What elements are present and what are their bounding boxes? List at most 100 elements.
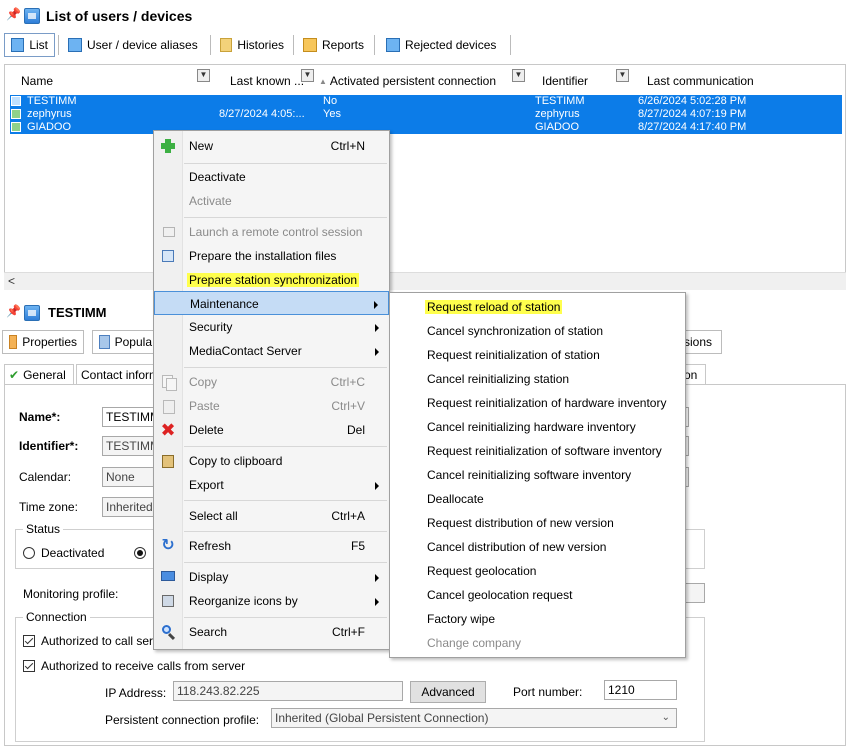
- grid-icon: [99, 335, 110, 349]
- submenu-item-cancel-new-version[interactable]: Cancel distribution of new version: [390, 535, 685, 559]
- tab-sessions[interactable]: sions: [682, 330, 722, 354]
- menu-item-delete[interactable]: ✖ Delete Del: [154, 418, 389, 442]
- menu-item-deactivate[interactable]: Deactivate: [154, 165, 389, 189]
- subtab-contact-information[interactable]: Contact inform: [76, 364, 164, 384]
- plus-icon: [160, 138, 176, 154]
- menu-item-reorganize-icons[interactable]: Reorganize icons by: [154, 589, 389, 613]
- filter-dropdown-icon[interactable]: ▼: [301, 69, 314, 82]
- pin-icon[interactable]: 📌: [6, 304, 21, 318]
- menu-item-copy-to-clipboard[interactable]: Copy to clipboard: [154, 449, 389, 473]
- menu-item-search[interactable]: Search Ctrl+F: [154, 620, 389, 644]
- menu-item-copy[interactable]: Copy Ctrl+C: [154, 370, 389, 394]
- advanced-button[interactable]: Advanced: [410, 681, 486, 703]
- tab-popula[interactable]: Popula: [92, 330, 158, 354]
- persistent-profile-select[interactable]: Inherited (Global Persistent Connection)…: [271, 708, 677, 728]
- submenu-item-change-company[interactable]: Change company: [390, 631, 685, 655]
- filter-dropdown-icon[interactable]: ▼: [616, 69, 629, 82]
- user-icon: [24, 305, 40, 321]
- tab-user-device-aliases[interactable]: User / device aliases: [62, 33, 208, 57]
- filter-dropdown-icon[interactable]: ▼: [197, 69, 210, 82]
- menu-item-activate[interactable]: Activate: [154, 189, 389, 213]
- activated-radio[interactable]: [134, 547, 146, 559]
- authorized-call-checkbox[interactable]: [23, 635, 35, 647]
- table-row[interactable]: GIADOO GIADOO 8/27/2024 4:17:40 PM: [10, 121, 842, 134]
- menu-item-installation-files[interactable]: Prepare the installation files: [154, 244, 389, 268]
- submenu-item-cancel-reinit-hardware[interactable]: Cancel reinitializing hardware inventory: [390, 415, 685, 439]
- deactivated-radio[interactable]: [23, 547, 35, 559]
- submenu-item-request-reinit-software[interactable]: Request reinitialization of software inv…: [390, 439, 685, 463]
- submenu-item-request-new-version[interactable]: Request distribution of new version: [390, 511, 685, 535]
- menu-item-display[interactable]: Display: [154, 565, 389, 589]
- menu-item-mediacontact-server[interactable]: MediaContact Server: [154, 339, 389, 363]
- submenu-item-cancel-geolocation[interactable]: Cancel geolocation request: [390, 583, 685, 607]
- submenu-item-cancel-sync[interactable]: Cancel synchronization of station: [390, 319, 685, 343]
- port-number-field[interactable]: 1210: [604, 680, 677, 700]
- connection-label: Connection: [23, 610, 90, 624]
- clipboard-icon: [160, 453, 176, 469]
- properties-icon: [9, 335, 18, 349]
- submenu-arrow-icon: [375, 574, 379, 582]
- name-field[interactable]: TESTIMM: [102, 407, 160, 427]
- menu-item-refresh[interactable]: ↻ Refresh F5: [154, 534, 389, 558]
- timezone-select[interactable]: Inherited (: [102, 497, 160, 517]
- menu-item-select-all[interactable]: Select all Ctrl+A: [154, 504, 389, 528]
- devices-list[interactable]: Name ▼ Last known ... ▼ ▲ Activated persi…: [4, 64, 846, 290]
- identifier-field[interactable]: TESTIMM: [102, 436, 160, 456]
- refresh-icon: ↻: [161, 537, 175, 554]
- submenu-arrow-icon: [375, 324, 379, 332]
- submenu-item-cancel-reinit-station[interactable]: Cancel reinitializing station: [390, 367, 685, 391]
- submenu-arrow-icon: [375, 348, 379, 356]
- sort-ascending-icon: ▲: [319, 76, 327, 86]
- menu-item-paste[interactable]: Paste Ctrl+V: [154, 394, 389, 418]
- menu-item-remote-control[interactable]: Launch a remote control session: [154, 220, 389, 244]
- reports-icon: [303, 38, 317, 52]
- column-header-persistent[interactable]: ▲ Activated persistent connection: [319, 71, 496, 91]
- identifier-label: Identifier*:: [19, 439, 79, 453]
- submenu-item-request-reinit-hardware[interactable]: Request reinitialization of hardware inv…: [390, 391, 685, 415]
- tab-list[interactable]: List: [4, 33, 55, 57]
- submenu-item-request-reload[interactable]: Request reload of station: [390, 295, 685, 319]
- table-row[interactable]: zephyrus 8/27/2024 4:05:... Yes zephyrus…: [10, 108, 842, 121]
- submenu-item-request-reinit-station[interactable]: Request reinitialization of station: [390, 343, 685, 367]
- pin-icon[interactable]: 📌: [6, 7, 21, 21]
- menu-item-new[interactable]: New Ctrl+N: [154, 134, 389, 158]
- menu-item-maintenance[interactable]: Maintenance: [154, 291, 389, 315]
- menu-item-export[interactable]: Export: [154, 473, 389, 497]
- submenu-item-deallocate[interactable]: Deallocate: [390, 487, 685, 511]
- authorized-receive-checkbox[interactable]: [23, 660, 35, 672]
- calendar-select[interactable]: None: [102, 467, 160, 487]
- tab-rejected-devices[interactable]: Rejected devices: [380, 33, 508, 57]
- tab-histories[interactable]: Histories: [214, 33, 290, 57]
- table-row[interactable]: TESTIMM No TESTIMM 6/26/2024 5:02:28 PM: [10, 95, 842, 108]
- subtab-general[interactable]: ✔ General: [4, 364, 74, 384]
- rejected-icon: [386, 38, 400, 52]
- scroll-left-icon[interactable]: <: [8, 274, 15, 288]
- chevron-down-icon: ⌄: [661, 712, 670, 723]
- submenu-item-request-geolocation[interactable]: Request geolocation: [390, 559, 685, 583]
- remote-control-icon: [160, 224, 176, 240]
- column-header-last-communication[interactable]: Last communication: [647, 71, 754, 91]
- ip-address-label: IP Address:: [105, 686, 167, 700]
- column-header-last-known[interactable]: Last known ...: [230, 71, 304, 91]
- main-tab-strip: List User / device aliases Histories Rep…: [0, 33, 846, 59]
- authorized-receive-label: Authorized to receive calls from server: [41, 659, 246, 673]
- menu-item-station-sync[interactable]: Prepare station synchronization: [154, 268, 389, 292]
- horizontal-scrollbar[interactable]: <: [4, 272, 846, 290]
- monitoring-profile-label: Monitoring profile:: [23, 587, 119, 601]
- timezone-label: Time zone:: [19, 500, 78, 514]
- installation-icon: [160, 248, 176, 264]
- tab-reports[interactable]: Reports: [297, 33, 371, 57]
- column-header-identifier[interactable]: Identifier: [542, 71, 588, 91]
- authorized-call-label: Authorized to call serve: [41, 634, 166, 648]
- submenu-item-cancel-reinit-software[interactable]: Cancel reinitializing software inventory: [390, 463, 685, 487]
- ip-address-field[interactable]: 118.243.82.225: [173, 681, 403, 701]
- column-header-name[interactable]: Name: [21, 71, 53, 91]
- submenu-item-factory-wipe[interactable]: Factory wipe: [390, 607, 685, 631]
- window-title-bar: 📌 List of users / devices: [0, 0, 846, 32]
- tab-properties[interactable]: Properties: [2, 330, 84, 354]
- folder-icon: [220, 38, 233, 52]
- filter-dropdown-icon[interactable]: ▼: [512, 69, 525, 82]
- copy-icon: [160, 374, 177, 391]
- menu-item-security[interactable]: Security: [154, 315, 389, 339]
- display-icon: [160, 569, 176, 585]
